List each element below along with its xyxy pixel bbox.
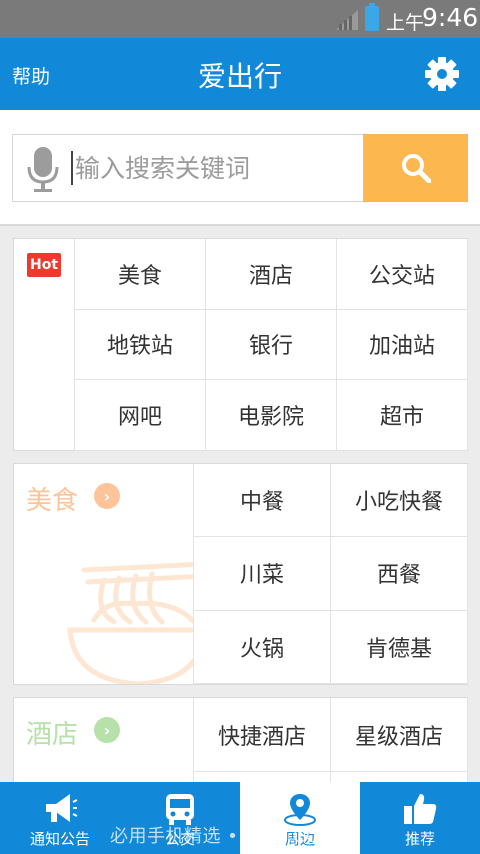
bottom-tab-bar: 通知公告 公交 周边 推荐 bbox=[0, 782, 480, 854]
food-category-title: 美食 bbox=[26, 486, 79, 516]
search-section bbox=[0, 110, 480, 226]
hot-item-gas-station[interactable]: 加油站 bbox=[337, 309, 468, 381]
chevron-right-icon: › bbox=[94, 483, 120, 509]
gear-icon[interactable] bbox=[424, 56, 460, 92]
hot-categories-card: Hot 美食 酒店 公交站 地铁站 银行 加油站 网吧 电影院 超市 bbox=[13, 238, 468, 451]
tab-notices[interactable]: 通知公告 bbox=[0, 782, 120, 854]
app-header: 帮助 爱出行 bbox=[0, 38, 480, 110]
hot-item-food[interactable]: 美食 bbox=[75, 239, 206, 310]
hot-category-grid: 美食 酒店 公交站 地铁站 银行 加油站 网吧 电影院 超市 bbox=[74, 239, 468, 451]
tab-notices-label: 通知公告 bbox=[29, 830, 90, 848]
tab-nearby[interactable]: 周边 bbox=[240, 782, 360, 854]
tab-nearby-label: 周边 bbox=[284, 830, 315, 848]
hot-item-bank[interactable]: 银行 bbox=[206, 309, 337, 381]
thumbs-up-icon bbox=[404, 794, 437, 824]
hotel-item-budget[interactable]: 快捷酒店 bbox=[194, 698, 331, 772]
hotel-category-title: 酒店 bbox=[26, 720, 79, 750]
hot-item-internet-cafe[interactable]: 网吧 bbox=[75, 380, 206, 451]
tab-bus-label: 公交 bbox=[164, 830, 195, 848]
search-box bbox=[12, 134, 364, 202]
hotel-item-star[interactable]: 星级酒店 bbox=[331, 698, 468, 772]
megaphone-icon bbox=[46, 794, 78, 822]
status-bar: 上午 9:46 bbox=[0, 0, 480, 38]
text-cursor bbox=[71, 151, 73, 185]
status-ampm: 上午 bbox=[386, 12, 425, 34]
food-category-header[interactable]: 美食 › bbox=[14, 464, 194, 684]
chevron-right-icon: › bbox=[94, 717, 120, 743]
noodle-bowl-icon bbox=[67, 562, 193, 684]
hot-item-cinema[interactable]: 电影院 bbox=[206, 380, 337, 451]
microphone-icon[interactable] bbox=[27, 147, 59, 193]
page-title: 爱出行 bbox=[197, 60, 282, 93]
food-item-chinese[interactable]: 中餐 bbox=[194, 464, 331, 538]
signal-icon bbox=[336, 10, 358, 30]
tab-bus[interactable]: 公交 bbox=[120, 782, 240, 854]
search-icon bbox=[402, 154, 431, 183]
bus-icon bbox=[166, 794, 194, 825]
hot-item-bus-stop[interactable]: 公交站 bbox=[337, 239, 468, 310]
search-input[interactable] bbox=[75, 147, 355, 189]
hot-item-metro-station[interactable]: 地铁站 bbox=[75, 309, 206, 381]
location-pin-icon bbox=[284, 794, 316, 826]
status-time: 9:46 bbox=[422, 3, 479, 32]
search-button[interactable] bbox=[363, 134, 468, 202]
food-item-hotpot[interactable]: 火锅 bbox=[194, 610, 331, 684]
tab-recommend-label: 推荐 bbox=[404, 830, 435, 848]
food-subcategory-grid: 中餐 小吃快餐 川菜 西餐 火锅 肯德基 bbox=[194, 464, 468, 684]
food-item-snacks[interactable]: 小吃快餐 bbox=[331, 464, 468, 538]
hot-item-supermarket[interactable]: 超市 bbox=[337, 380, 468, 451]
tab-recommend[interactable]: 推荐 bbox=[360, 782, 480, 854]
food-item-western[interactable]: 西餐 bbox=[331, 537, 468, 611]
food-item-sichuan[interactable]: 川菜 bbox=[194, 537, 331, 611]
hot-item-hotel[interactable]: 酒店 bbox=[206, 239, 337, 310]
food-category-card: 美食 › 中餐 小吃快餐 川菜 西餐 火锅 肯德基 bbox=[13, 463, 468, 685]
hot-badge: Hot bbox=[27, 253, 61, 277]
food-item-kfc[interactable]: 肯德基 bbox=[331, 610, 468, 684]
battery-icon bbox=[365, 3, 379, 31]
